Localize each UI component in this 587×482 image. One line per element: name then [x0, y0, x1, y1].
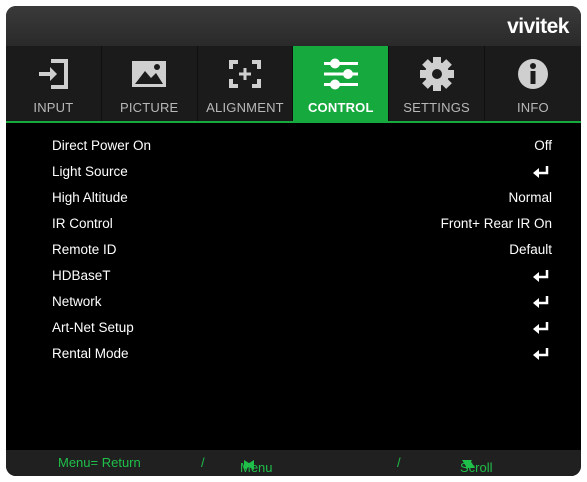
menu-item-ir-control[interactable]: IR Control Front+ Rear IR On: [6, 212, 581, 238]
menu-item-network[interactable]: Network: [6, 290, 581, 316]
tab-underline: [6, 121, 581, 123]
menu-item-label: Art-Net Setup: [52, 320, 134, 335]
menu-item-label: IR Control: [52, 216, 113, 231]
arrow-down-icon: [462, 460, 472, 468]
tab-info[interactable]: INFO: [485, 46, 581, 122]
menu-item-value: Normal: [508, 190, 552, 205]
menu-item-label: HDBaseT: [52, 268, 111, 283]
menu-item-label: Direct Power On: [52, 138, 152, 153]
tab-picture[interactable]: PICTURE: [102, 46, 198, 122]
gear-icon: [389, 56, 484, 92]
tab-bar: INPUT PICTURE ALIGNMENT CONTROL SETTINGS…: [6, 46, 581, 122]
menu-item-label: Remote ID: [52, 242, 117, 257]
tab-control[interactable]: CONTROL: [293, 46, 390, 122]
menu-item-label: Network: [52, 294, 102, 309]
brand-bar: vivitek: [6, 6, 581, 46]
osd-menu-frame: vivitek INPUT PICTURE ALIGNMENT CONTROL …: [6, 6, 581, 476]
menu-item-light-source[interactable]: Light Source: [6, 160, 581, 186]
footer-separator: /: [201, 455, 205, 470]
tab-label: PICTURE: [119, 100, 179, 115]
footer-separator: /: [397, 455, 401, 470]
picture-icon: [102, 56, 197, 92]
menu-item-remote-id[interactable]: Remote ID Default: [6, 238, 581, 264]
menu-item-value: Front+ Rear IR On: [440, 216, 552, 231]
menu-item-label: Rental Mode: [52, 346, 129, 361]
brand-logo: vivitek: [507, 15, 569, 38]
menu-item-art-net-setup[interactable]: Art-Net Setup: [6, 316, 581, 342]
sliders-icon: [293, 56, 388, 92]
tab-label: INFO: [516, 100, 549, 115]
enter-icon: [532, 295, 550, 312]
control-menu-list: Direct Power On Off Light Source High Al…: [6, 134, 581, 368]
arrow-right-icon: [244, 460, 252, 470]
enter-icon: [532, 165, 550, 182]
menu-item-label: High Altitude: [52, 190, 128, 205]
input-icon: [6, 56, 101, 92]
tab-label: INPUT: [33, 100, 74, 115]
alignment-icon: [198, 56, 293, 92]
enter-icon: [532, 347, 550, 364]
tab-alignment[interactable]: ALIGNMENT: [198, 46, 294, 122]
tab-settings[interactable]: SETTINGS: [389, 46, 485, 122]
footer-return-hint: Menu= Return: [58, 455, 141, 470]
tab-label: CONTROL: [307, 100, 374, 115]
menu-item-direct-power-on[interactable]: Direct Power On Off: [6, 134, 581, 160]
menu-item-rental-mode[interactable]: Rental Mode: [6, 342, 581, 368]
footer-hint-bar: Menu= Return / Menu Select / Scroll: [6, 450, 581, 476]
menu-item-value: Default: [509, 242, 552, 257]
enter-icon: [532, 321, 550, 338]
menu-item-hdbaset[interactable]: HDBaseT: [6, 264, 581, 290]
tab-label: SETTINGS: [403, 100, 470, 115]
tab-label: ALIGNMENT: [206, 100, 284, 115]
info-icon: [485, 56, 581, 92]
menu-item-label: Light Source: [52, 164, 128, 179]
tab-input[interactable]: INPUT: [6, 46, 102, 122]
enter-icon: [532, 269, 550, 286]
menu-item-high-altitude[interactable]: High Altitude Normal: [6, 186, 581, 212]
menu-item-value: Off: [534, 138, 552, 153]
